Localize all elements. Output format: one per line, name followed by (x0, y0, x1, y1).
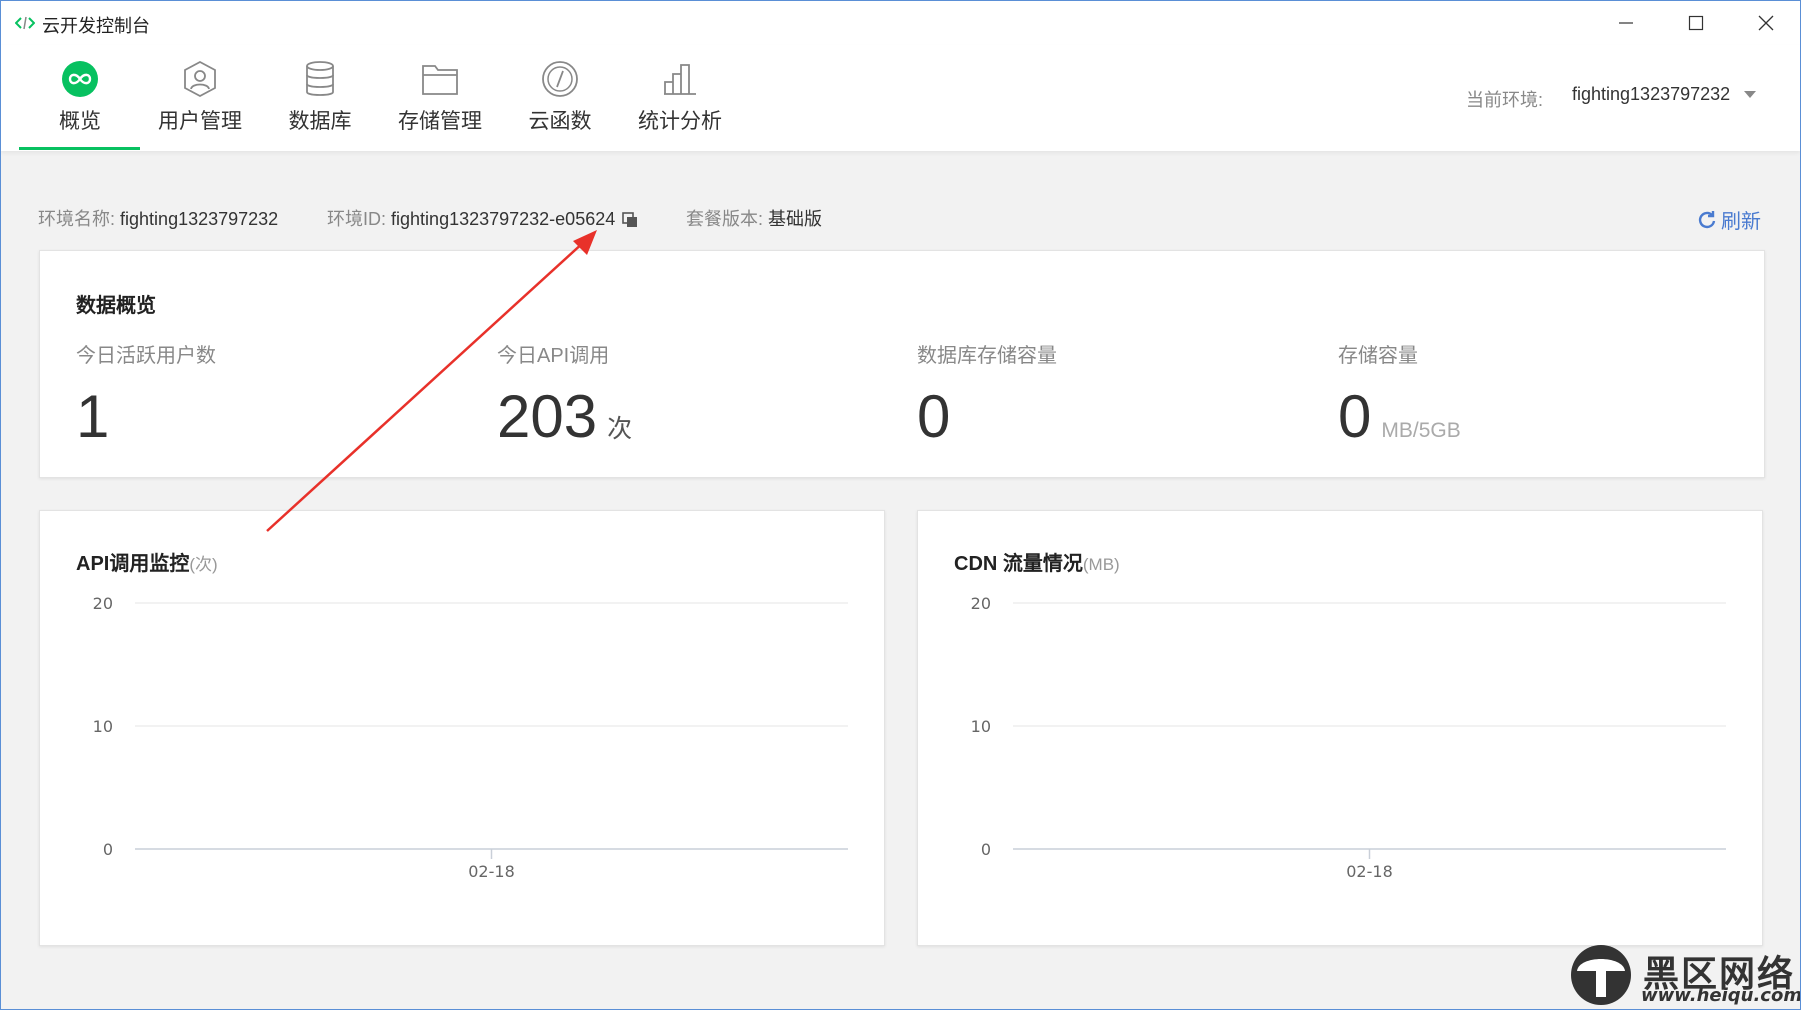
stat-active-users: 今日活跃用户数 1 (76, 339, 216, 451)
function-icon (540, 59, 580, 99)
minimize-button[interactable] (1591, 1, 1661, 45)
env-name-key: 环境名称: (38, 209, 116, 229)
nav-label: 用户管理 (158, 110, 242, 133)
folder-icon (420, 59, 460, 99)
stat-label: 今日API调用 (497, 345, 610, 367)
y-tick-label: 0 (981, 840, 991, 859)
nav-label: 云函数 (528, 110, 592, 133)
main-nav: 概览 用户管理 数据库 存储管理 云函数 统计分析 当前环境: fighting… (1, 45, 1800, 151)
minimize-icon (1619, 22, 1633, 24)
plan-info: 套餐版本: 基础版 (686, 205, 822, 231)
env-name-info: 环境名称: fighting1323797232 (38, 205, 278, 231)
y-tick-label: 10 (93, 717, 113, 736)
watermark-url: www.heiqu.com (1641, 985, 1801, 1006)
nav-statistics[interactable]: 统计分析 (620, 45, 740, 151)
database-icon (300, 59, 340, 99)
y-tick-label: 0 (103, 840, 113, 859)
stat-label: 数据库存储容量 (917, 345, 1057, 367)
cdn-line-chart: 20 10 0 02-18 (971, 594, 1726, 881)
y-tick-label: 20 (971, 594, 991, 613)
nav-label: 概览 (59, 110, 101, 133)
stat-db-capacity: 数据库存储容量 0 (917, 339, 1057, 451)
stat-value-row: 203 次 (497, 382, 632, 451)
stats-icon (660, 59, 700, 99)
current-env-label: 当前环境: (1466, 90, 1544, 110)
close-button[interactable] (1731, 1, 1800, 45)
stat-unit: MB/5GB (1381, 419, 1461, 442)
x-tick-label: 02-18 (1346, 862, 1393, 881)
stat-value-row: 0 MB/5GB (1338, 382, 1461, 451)
overview-infinity-icon (60, 59, 100, 99)
nav-cloud-functions[interactable]: 云函数 (500, 45, 620, 151)
y-tick-label: 20 (93, 594, 113, 613)
plan-key: 套餐版本: (686, 209, 764, 229)
maximize-button[interactable] (1661, 1, 1731, 45)
code-brackets-icon (15, 16, 35, 30)
nav-label: 统计分析 (638, 110, 722, 133)
close-icon (1758, 15, 1774, 31)
env-name-value: fighting1323797232 (120, 209, 279, 229)
stat-value: 0 (1338, 383, 1372, 450)
stat-api-calls: 今日API调用 203 次 (497, 339, 632, 451)
stat-label: 存储容量 (1338, 345, 1418, 367)
api-line-chart: 20 10 0 02-18 (93, 594, 848, 881)
watermark-logo: 黑区网络 www.heiqu.com (1567, 941, 1800, 1009)
nav-database[interactable]: 数据库 (260, 45, 380, 151)
stat-value-row: 1 (76, 382, 216, 451)
nav-label: 数据库 (288, 110, 352, 133)
chevron-down-icon (1744, 91, 1757, 98)
stat-storage-capacity: 存储容量 0 MB/5GB (1338, 339, 1461, 451)
nav-overview[interactable]: 概览 (20, 45, 140, 151)
copy-icon[interactable] (622, 212, 638, 228)
stat-value: 1 (76, 383, 110, 450)
refresh-icon (1698, 210, 1716, 228)
window-title: 云开发控制台 (42, 16, 150, 36)
plan-value: 基础版 (768, 209, 823, 229)
stat-value: 0 (917, 383, 951, 450)
env-select[interactable]: fighting1323797232 (1572, 84, 1757, 105)
stat-unit: 次 (607, 415, 633, 443)
env-id-key: 环境ID: (327, 209, 387, 229)
stat-value-row: 0 (917, 382, 1057, 451)
env-id-info: 环境ID: fighting1323797232-e05624 (327, 205, 638, 231)
watermark-mushroom-icon (1571, 945, 1631, 1005)
refresh-button[interactable]: 刷新 (1697, 205, 1761, 234)
refresh-label: 刷新 (1721, 211, 1761, 233)
nav-label: 存储管理 (398, 110, 482, 133)
maximize-icon (1688, 15, 1704, 31)
env-id-value: fighting1323797232-e05624 (391, 209, 616, 229)
cdn-traffic-card: CDN 流量情况(MB) 20 10 0 02-18 (917, 510, 1763, 946)
title-bar: 云开发控制台 (1, 1, 1800, 45)
app-window: 云开发控制台 概览 用户管理 数据库 存储管理 云函数 统计分析 当前环境: f… (0, 0, 1801, 1010)
stat-label: 今日活跃用户数 (76, 345, 216, 367)
x-tick-label: 02-18 (468, 862, 515, 881)
data-overview-card: 数据概览 今日活跃用户数 1 今日API调用 203 次 数据库存储容量 0 存… (39, 250, 1765, 478)
overview-title: 数据概览 (76, 295, 156, 317)
stat-value: 203 (497, 383, 598, 450)
nav-user-management[interactable]: 用户管理 (140, 45, 260, 151)
y-tick-label: 10 (971, 717, 991, 736)
env-select-value: fighting1323797232 (1572, 84, 1731, 104)
nav-storage-management[interactable]: 存储管理 (380, 45, 500, 151)
user-icon (180, 59, 220, 99)
api-monitor-card: API调用监控(次) 20 10 0 02-18 (39, 510, 885, 946)
active-tab-indicator (19, 147, 140, 150)
